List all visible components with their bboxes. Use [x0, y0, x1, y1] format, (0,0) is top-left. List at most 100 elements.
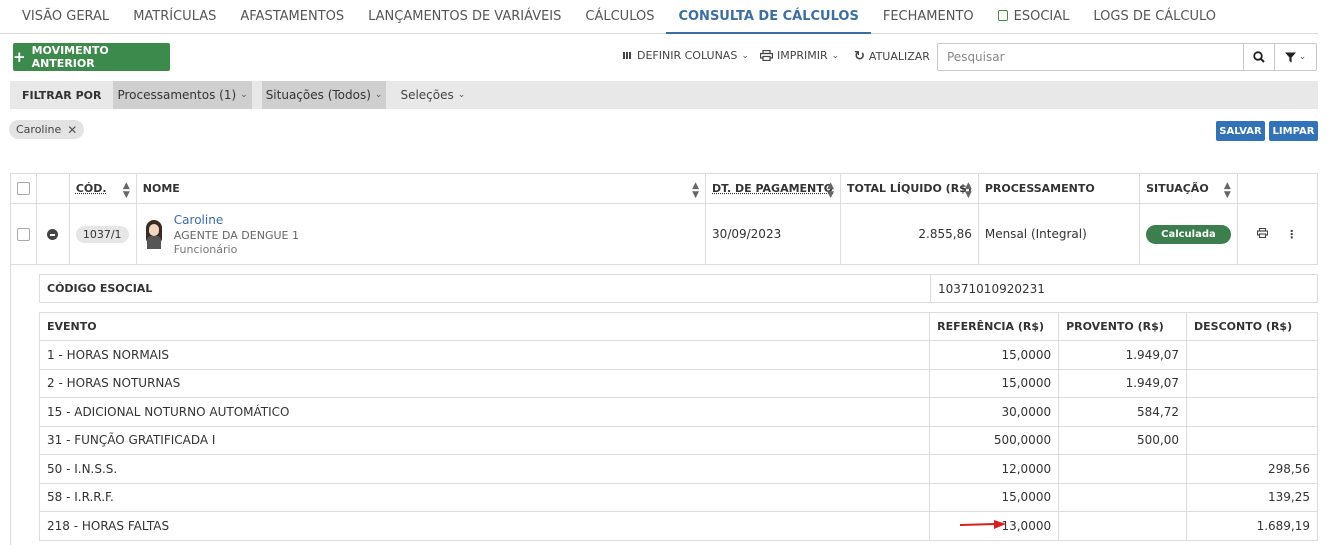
refresh-button[interactable]: ↻ ATUALIZAR	[854, 49, 930, 64]
row-checkbox[interactable]	[17, 228, 30, 241]
new-movement-label: MOVIMENTO ANTERIOR	[31, 44, 109, 70]
employee-role: AGENTE DA DENGUE 1	[173, 228, 299, 242]
processing-filter-value: Processamentos (1)	[117, 88, 237, 102]
chevron-down-icon: ⌄	[457, 90, 466, 100]
row-print-icon[interactable]	[1257, 227, 1269, 241]
table-row: 31 - FUNÇÃO GRATIFICADA I 500,0000 500,0…	[38, 425, 1318, 455]
tab-calculos[interactable]: CÁLCULOS	[573, 0, 666, 34]
event-deduction	[1186, 425, 1318, 455]
event-deduction	[1186, 368, 1318, 398]
event-name: 50 - I.N.S.S.	[38, 454, 931, 484]
search-icon	[1253, 51, 1265, 63]
event-earning: 1.949,07	[1058, 368, 1188, 398]
collapse-icon[interactable]	[47, 229, 59, 240]
event-reference: 12,0000	[929, 454, 1060, 484]
select-all-header	[10, 173, 37, 204]
header-payment-date-label: DT. DE PAGAMENTO	[712, 182, 834, 195]
header-name[interactable]: NOME ▲ ▼	[135, 173, 707, 204]
filter-chip-label: Caroline	[16, 123, 62, 136]
clear-filter-button[interactable]: LIMPAR	[1269, 121, 1318, 141]
tab-afastamentos[interactable]: AFASTAMENTOS	[228, 0, 356, 34]
tab-lancamentos[interactable]: LANÇAMENTOS DE VARIÁVEIS	[356, 0, 573, 34]
more-options-icon[interactable]: ⋮	[1286, 228, 1297, 241]
table-row: 2 - HORAS NOTURNAS 15,0000 1.949,07	[38, 368, 1318, 398]
table-row: 15 - ADICIONAL NOTURNO AUTOMÁTICO 30,000…	[38, 397, 1318, 427]
expand-header	[36, 173, 70, 204]
calculations-table: CÓD. ▲ ▼ NOME ▲ ▼ DT. DE PAGAMENTO ▲ ▼ TOTAL L…	[10, 173, 1319, 265]
header-code[interactable]: CÓD. ▲ ▼	[68, 173, 137, 204]
plus-icon: +	[13, 47, 26, 66]
situation-filter-value: Situações (Todos)	[265, 88, 371, 102]
situation-filter-dropdown[interactable]: Situações (Todos) ⌄	[261, 81, 387, 109]
sort-icon: ▲ ▼	[1223, 181, 1231, 200]
table-row: 58 - I.R.R.F. 15,0000 139,25	[38, 482, 1318, 512]
select-all-checkbox[interactable]	[17, 182, 30, 196]
event-reference: 15,0000	[929, 340, 1060, 370]
tab-bar: VISÃO GERAL MATRÍCULAS AFASTAMENTOS LANÇ…	[0, 0, 1318, 34]
tab-visao-geral[interactable]: VISÃO GERAL	[10, 0, 121, 34]
header-payment-date[interactable]: DT. DE PAGAMENTO ▲ ▼	[705, 173, 842, 204]
header-processing: PROCESSAMENTO	[977, 173, 1141, 204]
chevron-down-icon: ⌄	[1298, 52, 1307, 62]
header-deduction: DESCONTO (R$)	[1186, 312, 1318, 341]
esocial-code-row: CÓDIGO ESOCIAL 10371010920231	[39, 274, 1318, 303]
row-net-total: 2.855,86	[840, 203, 979, 265]
tab-consulta-calculos[interactable]: CONSULTA DE CÁLCULOS	[666, 0, 871, 34]
table-row[interactable]: 1037/1 Caroline AGENTE DA DENGUE 1 Funci…	[10, 203, 1319, 265]
define-columns-button[interactable]: DEFINIR COLUNAS ⌄	[623, 49, 749, 62]
event-earning	[1058, 482, 1188, 512]
tab-matriculas[interactable]: MATRÍCULAS	[121, 0, 228, 34]
close-icon[interactable]: ✕	[67, 123, 77, 137]
esocial-code-value: 10371010920231	[938, 281, 1045, 296]
advanced-filter-button[interactable]: ⌄	[1274, 43, 1317, 71]
chevron-down-icon: ⌄	[831, 50, 840, 61]
code-badge: 1037/1	[75, 225, 129, 243]
avatar	[143, 219, 165, 249]
selections-dropdown[interactable]: Seleções ⌄	[400, 88, 465, 102]
header-processing-label: PROCESSAMENTO	[984, 182, 1095, 195]
print-label: IMPRIMIR	[777, 49, 828, 62]
sort-icon: ▲ ▼	[964, 181, 972, 200]
chevron-down-icon: ⌄	[374, 90, 383, 100]
row-expand-cell	[36, 203, 70, 265]
employee-name-link[interactable]: Caroline	[174, 213, 299, 227]
header-reference: REFERÊNCIA (R$)	[929, 312, 1060, 341]
header-code-label: CÓD.	[75, 182, 107, 195]
print-button[interactable]: IMPRIMIR ⌄	[760, 49, 839, 62]
esocial-icon	[997, 10, 1008, 21]
event-deduction: 139,25	[1186, 482, 1318, 512]
tab-fechamento[interactable]: FECHAMENTO	[871, 0, 986, 34]
columns-icon	[623, 52, 631, 59]
row-name-cell: Caroline AGENTE DA DENGUE 1 Funcionário	[135, 203, 707, 265]
event-reference: 30,0000	[929, 397, 1060, 427]
event-name: 1 - HORAS NORMAIS	[38, 340, 931, 370]
search-button[interactable]	[1243, 43, 1275, 71]
row-code-cell: 1037/1	[68, 203, 137, 265]
funnel-icon	[1284, 52, 1296, 62]
table-row: 218 - HORAS FALTAS 13,0000 1.689,19	[38, 511, 1318, 541]
header-name-label: NOME	[142, 182, 180, 195]
row-payment-date: 30/09/2023	[705, 203, 842, 265]
header-event: EVENTO	[38, 312, 931, 341]
red-arrow-annotation	[960, 520, 1006, 529]
header-status[interactable]: SITUAÇÃO ▲ ▼	[1139, 173, 1238, 204]
refresh-label: ATUALIZAR	[868, 50, 930, 63]
define-columns-label: DEFINIR COLUNAS	[637, 49, 738, 62]
event-earning: 500,00	[1058, 425, 1188, 455]
processing-filter-dropdown[interactable]: Processamentos (1) ⌄	[113, 81, 252, 109]
event-name: 15 - ADICIONAL NOTURNO AUTOMÁTICO	[38, 397, 931, 427]
row-select-cell	[10, 203, 37, 265]
tab-logs[interactable]: LOGS DE CÁLCULO	[1081, 0, 1228, 34]
esocial-code-label: CÓDIGO ESOCIAL	[40, 275, 931, 302]
event-name: 218 - HORAS FALTAS	[38, 511, 931, 541]
employee-type: Funcionário	[173, 242, 238, 256]
sort-icon: ▲ ▼	[692, 181, 700, 200]
tab-esocial[interactable]: ESOCIAL	[986, 0, 1082, 34]
save-filter-button[interactable]: SALVAR	[1216, 121, 1265, 141]
event-earning	[1058, 511, 1188, 541]
search-input[interactable]	[937, 43, 1244, 71]
header-actions	[1236, 173, 1319, 204]
row-actions-cell: ⋮	[1236, 203, 1319, 265]
new-movement-button[interactable]: + MOVIMENTO ANTERIOR	[13, 43, 170, 71]
header-net-total[interactable]: TOTAL LÍQUIDO (R$) ▲ ▼	[840, 173, 979, 204]
